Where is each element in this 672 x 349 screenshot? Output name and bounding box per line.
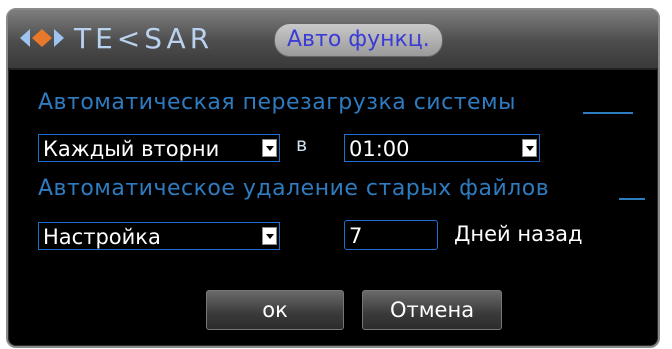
window-title: Авто функц. <box>274 23 443 57</box>
reboot-time-value: 01:00 <box>349 137 410 161</box>
reboot-time-select[interactable]: 01:00 <box>344 134 540 162</box>
chevron-down-icon[interactable] <box>262 139 277 157</box>
section-divider <box>619 198 645 200</box>
auto-function-dialog: TE<SAR Авто функц. Автоматическая переза… <box>6 8 660 348</box>
days-input[interactable]: 7 <box>344 220 438 250</box>
days-suffix-label: Дней назад <box>454 222 583 246</box>
ok-button[interactable]: ок <box>206 290 344 330</box>
cancel-button[interactable]: Отмена <box>362 290 502 330</box>
at-label: в <box>296 134 308 156</box>
delete-section-label: Автоматическое удаление старых файлов <box>38 176 550 201</box>
diamond-arrows-icon <box>20 29 64 47</box>
delete-mode-value: Настройка <box>43 225 161 249</box>
title-bar: TE<SAR Авто функц. <box>8 10 658 70</box>
brand-logo: TE<SAR <box>74 22 214 55</box>
screen: TE<SAR Авто функц. Автоматическая переза… <box>0 0 672 349</box>
reboot-section-label: Автоматическая перезагрузка системы <box>38 90 517 115</box>
section-divider <box>583 112 633 114</box>
reboot-day-value: Каждый вторни <box>43 137 220 161</box>
reboot-day-select[interactable]: Каждый вторни <box>38 134 280 162</box>
delete-mode-select[interactable]: Настройка <box>38 222 280 250</box>
chevron-down-icon[interactable] <box>522 139 537 157</box>
chevron-down-icon[interactable] <box>262 227 277 245</box>
